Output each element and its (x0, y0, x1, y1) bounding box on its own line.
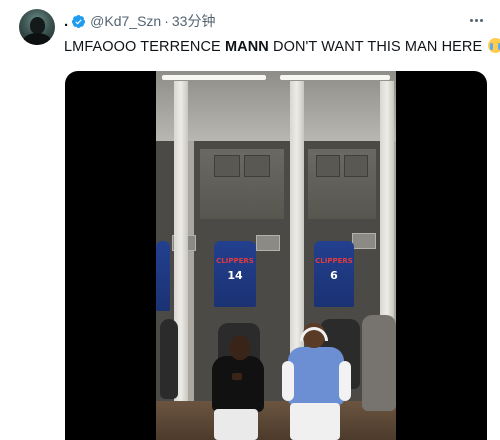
more-options-icon[interactable] (466, 11, 486, 29)
avatar-shoulders (23, 33, 51, 45)
tweet[interactable]: . @Kd7_Szn · 33分钟 LMFAOOO TERRENCE MANN … (0, 0, 500, 440)
separator-dot: · (164, 13, 169, 29)
video-frame: CLIPPERS 14 CLIPPERS 6 (156, 71, 396, 440)
ceiling (156, 71, 396, 141)
person-left-legs (214, 409, 258, 440)
jersey-partial (156, 241, 170, 311)
person-right-body (288, 347, 344, 405)
display-name[interactable]: . (64, 13, 68, 30)
locker-panel (316, 155, 340, 177)
tweet-text-bold: MANN (224, 39, 269, 55)
tweet-text-end: DON'T WANT THIS MAN HERE (268, 39, 483, 55)
jersey-text: CLIPPERS (315, 257, 353, 265)
locker-panel (344, 155, 368, 177)
avatar[interactable] (19, 9, 55, 45)
phone (232, 373, 242, 380)
tweet-text: LMFAOOO TERRENCE MANN DON'T WANT THIS MA… (64, 37, 500, 57)
chair (362, 315, 396, 411)
person-left-body (212, 356, 264, 412)
locker-panel (244, 155, 270, 177)
tweet-text-start: LMFAOOO TERRENCE (64, 39, 225, 55)
locker-cabinet (200, 149, 284, 219)
person-right-arm (282, 361, 294, 401)
locker-nameplate (352, 233, 376, 249)
jersey-number: 14 (227, 269, 243, 282)
chair (160, 319, 178, 399)
tweet-header: . @Kd7_Szn · 33分钟 (64, 11, 215, 31)
avatar-face (30, 17, 45, 34)
handle[interactable]: @Kd7_Szn (90, 13, 161, 29)
locker-nameplate (256, 235, 280, 251)
person-right-legs (290, 403, 340, 440)
jersey: CLIPPERS 6 (314, 241, 354, 307)
person-left-head (230, 336, 250, 360)
video-media[interactable]: CLIPPERS 14 CLIPPERS 6 (65, 71, 487, 440)
crying-face-emoji-icon (488, 38, 500, 53)
person-right-arm (339, 361, 351, 401)
timestamp[interactable]: 33分钟 (172, 11, 216, 31)
jersey: CLIPPERS 14 (214, 241, 256, 307)
verified-badge-icon[interactable] (71, 14, 86, 29)
ceiling-light (162, 75, 266, 80)
ceiling-light (280, 75, 390, 80)
jersey-number: 6 (330, 269, 338, 282)
floor (156, 401, 396, 440)
jersey-text: CLIPPERS (216, 257, 254, 265)
locker-panel (214, 155, 240, 177)
